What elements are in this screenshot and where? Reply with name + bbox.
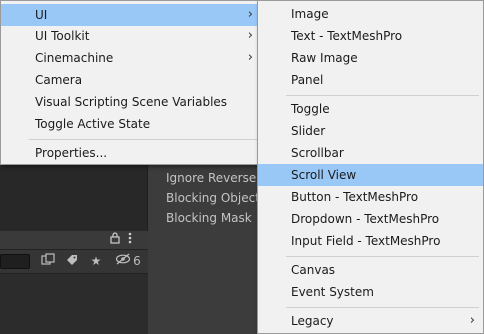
menu-item-label: Input Field - TextMeshPro	[291, 234, 441, 248]
inspector-property-blocking-mask: Blocking Mask	[166, 211, 252, 225]
menu-item-label: Image	[291, 7, 329, 21]
menu-item-label: Slider	[291, 124, 326, 138]
hierarchy-toolbar: ★ 6	[0, 250, 148, 274]
hierarchy-search-field[interactable]	[0, 254, 30, 269]
lock-icon[interactable]	[110, 232, 120, 249]
hierarchy-list	[0, 274, 148, 334]
menu-item-label: Toggle Active State	[35, 117, 151, 131]
hidden-icon[interactable]	[114, 253, 132, 269]
submenu-item-scrollbar[interactable]: Scrollbar	[258, 142, 483, 164]
menu-item-label: Panel	[291, 73, 324, 87]
submenu-item-button-textmeshpro[interactable]: Button - TextMeshPro	[258, 186, 483, 208]
menu-item-label: UI	[35, 8, 48, 22]
submenu-item-panel[interactable]: Panel	[258, 69, 483, 91]
chevron-right-icon: ›	[247, 50, 253, 65]
chevron-right-icon: ›	[247, 7, 253, 22]
star-icon[interactable]: ★	[88, 253, 104, 269]
hierarchy-panel-header	[0, 231, 148, 250]
menu-item-label: Dropdown - TextMeshPro	[291, 212, 440, 226]
menu-item-visual-scripting-scene-variables[interactable]: Visual Scripting Scene Variables	[1, 91, 261, 113]
submenu-item-slider[interactable]: Slider	[258, 120, 483, 142]
submenu-item-image[interactable]: Image	[258, 3, 483, 25]
submenu-item-legacy[interactable]: Legacy ›	[258, 310, 483, 332]
hidden-count: 6	[133, 254, 141, 268]
menu-item-label: Canvas	[291, 263, 336, 277]
menu-item-label: Camera	[35, 73, 83, 87]
chevron-right-icon: ›	[469, 313, 475, 328]
menu-item-cinemachine[interactable]: Cinemachine ›	[1, 47, 261, 69]
submenu-item-toggle[interactable]: Toggle	[258, 98, 483, 120]
ui-submenu: Image Text - TextMeshPro Raw Image Panel…	[257, 0, 484, 334]
menu-item-label: Text - TextMeshPro	[291, 29, 403, 43]
menu-item-label: Scrollbar	[291, 146, 344, 160]
menu-item-label: Raw Image	[291, 51, 358, 65]
submenu-item-raw-image[interactable]: Raw Image	[258, 47, 483, 69]
menu-separator	[286, 256, 479, 257]
submenu-item-input-field-textmeshpro[interactable]: Input Field - TextMeshPro	[258, 230, 483, 252]
submenu-item-scroll-view[interactable]: Scroll View	[258, 164, 483, 186]
submenu-item-text-textmeshpro[interactable]: Text - TextMeshPro	[258, 25, 483, 47]
chevron-right-icon: ›	[247, 28, 253, 43]
menu-separator	[29, 139, 257, 140]
menu-item-label: Properties...	[35, 146, 108, 160]
menu-item-camera[interactable]: Camera	[1, 69, 261, 91]
menu-separator	[286, 307, 479, 308]
menu-item-ui-toolkit[interactable]: UI Toolkit ›	[1, 25, 261, 47]
submenu-item-dropdown-textmeshpro[interactable]: Dropdown - TextMeshPro	[258, 208, 483, 230]
context-menu: UI › UI Toolkit › Cinemachine › Camera V…	[0, 0, 262, 165]
menu-item-label: Button - TextMeshPro	[291, 190, 419, 204]
menu-item-label: Visual Scripting Scene Variables	[35, 95, 228, 109]
menu-item-label: Legacy	[291, 314, 334, 328]
menu-item-label: Scroll View	[291, 168, 357, 182]
scene-view-icon[interactable]	[40, 253, 56, 269]
menu-separator	[286, 95, 479, 96]
kebab-menu-icon[interactable]	[128, 232, 132, 249]
menu-item-ui[interactable]: UI ›	[1, 4, 261, 26]
inspector-property-blocking-object: Blocking Object	[166, 191, 260, 205]
menu-item-properties[interactable]: Properties...	[1, 142, 261, 164]
menu-item-label: Cinemachine	[35, 51, 114, 65]
inspector-property-ignore-reversed: Ignore Reversed	[166, 171, 264, 185]
menu-item-label: UI Toolkit	[35, 29, 90, 43]
menu-item-toggle-active-state[interactable]: Toggle Active State	[1, 113, 261, 135]
tag-icon[interactable]	[64, 253, 80, 269]
submenu-item-canvas[interactable]: Canvas	[258, 259, 483, 281]
menu-item-label: Event System	[291, 285, 374, 299]
submenu-item-event-system[interactable]: Event System	[258, 281, 483, 303]
menu-item-label: Toggle	[291, 102, 330, 116]
